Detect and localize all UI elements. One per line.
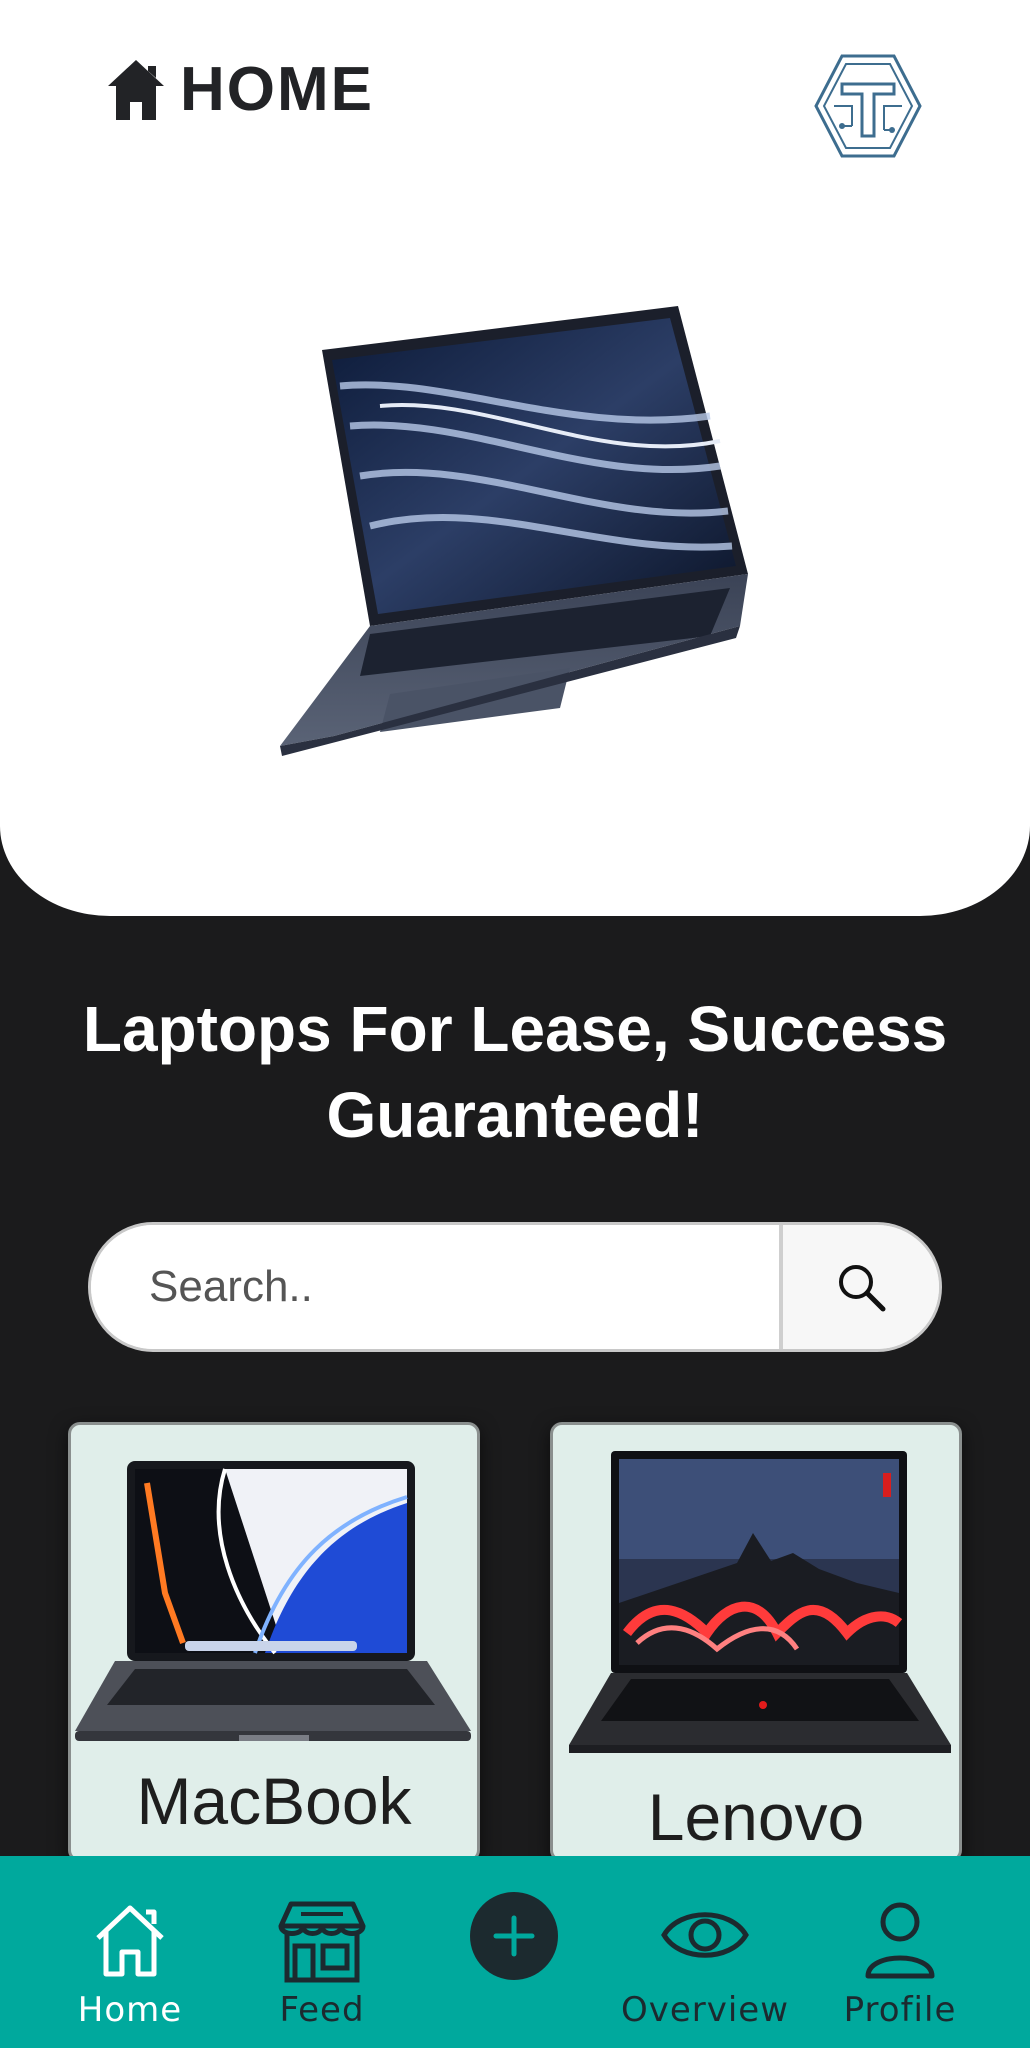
macbook-image <box>75 1461 471 1741</box>
search-button[interactable] <box>779 1225 939 1349</box>
nav-label-overview: Overview <box>620 1990 790 2030</box>
tagline: Laptops For Lease, Success Guaranteed! <box>82 993 948 1151</box>
circuit-t-logo[interactable] <box>812 50 924 162</box>
product-card-macbook[interactable]: MacBook <box>68 1422 480 1862</box>
search-bar <box>88 1222 942 1352</box>
search-icon <box>839 1265 886 1312</box>
nav-label-profile: Profile <box>843 1990 957 2030</box>
eye-icon <box>661 1912 749 1958</box>
product-name: MacBook <box>136 1764 412 1838</box>
hero-section: HOME <box>0 0 1030 916</box>
nav-label-home: Home <box>77 1990 183 2030</box>
home-icon <box>96 1905 164 1977</box>
search-input[interactable] <box>91 1225 779 1349</box>
nav-item-feed[interactable]: Feed <box>252 1856 392 2048</box>
nav-item-profile[interactable]: Profile <box>830 1856 970 2048</box>
page-title: HOME <box>180 55 374 124</box>
nav-label-feed: Feed <box>279 1990 365 2030</box>
nav-item-home[interactable]: Home <box>60 1856 200 2048</box>
hero-laptop-image <box>280 306 748 756</box>
store-icon <box>278 1901 366 1983</box>
page-header: HOME <box>106 58 374 122</box>
product-name: Lenovo <box>647 1780 865 1854</box>
user-icon <box>865 1902 935 1979</box>
plus-icon <box>493 1915 535 1957</box>
nav-item-overview[interactable]: Overview <box>610 1856 800 2048</box>
add-button[interactable] <box>470 1892 558 1980</box>
lenovo-image <box>569 1451 951 1753</box>
product-card-lenovo[interactable]: Lenovo <box>550 1422 962 1862</box>
home-icon <box>108 60 164 120</box>
